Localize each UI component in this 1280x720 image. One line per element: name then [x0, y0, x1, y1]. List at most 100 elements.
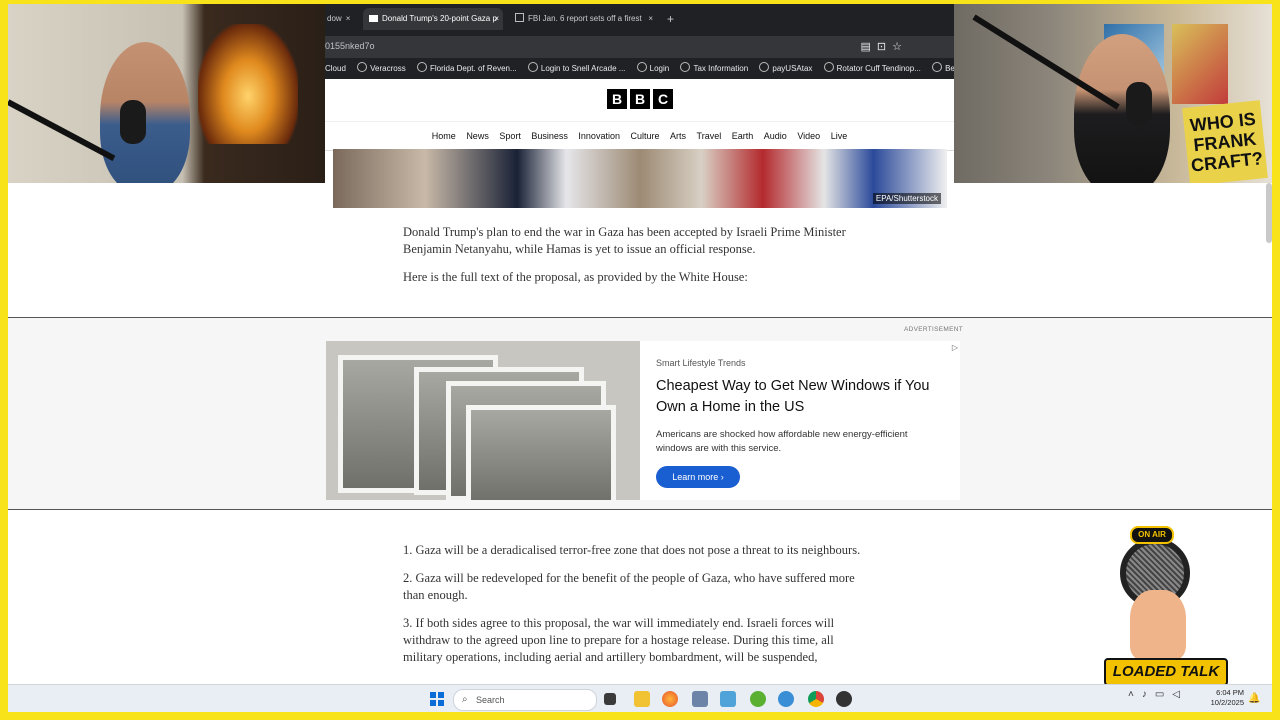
microphone-icon[interactable]: ♪ — [1142, 689, 1155, 700]
globe-icon — [636, 62, 647, 72]
windows-taskbar: ⌕ Search ˄♪▭◁ 6:04 PM 10/2/2025 🔔 — [8, 684, 1272, 712]
nav-video[interactable]: Video — [797, 131, 820, 141]
reader-mode-icon[interactable]: ▤ — [861, 41, 877, 53]
new-tab-button[interactable]: + — [661, 8, 680, 30]
fire-painting — [198, 24, 298, 144]
bookmark-item[interactable]: Tax Information — [680, 62, 748, 73]
nav-business[interactable]: Business — [531, 131, 568, 141]
tab-label: Donald Trump's 20-point Gaza p — [382, 14, 497, 23]
microphone-right — [1126, 82, 1152, 126]
bookmark-item[interactable]: Rotator Cuff Tendinop... — [823, 62, 921, 73]
ad-image-windows[interactable] — [326, 341, 640, 500]
main-nav: Home News Sport Business Innovation Cult… — [325, 121, 954, 151]
host-right — [1074, 34, 1170, 183]
ad-description: Americans are shocked how affordable new… — [656, 429, 908, 454]
learn-more-button[interactable]: Learn more › — [656, 466, 740, 488]
nav-sport[interactable]: Sport — [499, 131, 521, 141]
close-icon[interactable]: × — [648, 8, 653, 30]
tab-gaza-article[interactable]: Donald Trump's 20-point Gaza p × — [363, 8, 503, 30]
nav-culture[interactable]: Culture — [630, 131, 659, 141]
obs-icon[interactable] — [836, 691, 852, 707]
bookmark-item[interactable]: Login to Snell Arcade ... — [527, 62, 625, 73]
image-credit: EPA/Shutterstock — [872, 193, 941, 204]
site-icon — [680, 62, 691, 72]
tab-label: FBI Jan. 6 report sets off a firest — [528, 14, 642, 23]
file-explorer-icon[interactable] — [634, 691, 650, 707]
hero-image: EPA/Shutterstock — [333, 149, 947, 208]
globe-icon — [823, 62, 834, 72]
ad-title[interactable]: Cheapest Way to Get New Windows if You O… — [656, 376, 956, 418]
url-text[interactable]: 0155nked7o — [325, 41, 375, 51]
chrome-icon[interactable] — [808, 691, 824, 707]
nav-innovation[interactable]: Innovation — [578, 131, 620, 141]
microphone-left — [120, 100, 146, 144]
tab-partial[interactable]: dow × — [325, 8, 351, 30]
show-title: LOADED TALK — [1104, 658, 1228, 686]
nav-travel[interactable]: Travel — [697, 131, 722, 141]
frank-craft-sign: WHO IS FRANK CRAFT? — [1182, 100, 1268, 183]
bookmark-item[interactable]: payUSAtax — [759, 62, 812, 73]
chevron-up-icon[interactable]: ˄ — [1128, 689, 1142, 700]
nav-live[interactable]: Live — [831, 131, 848, 141]
bookmark-star-icon[interactable]: ☆ — [892, 41, 908, 53]
page-scrollbar[interactable] — [1266, 183, 1272, 243]
address-bar[interactable]: 0155nked7o ▤⊡☆ — [325, 36, 954, 58]
ad-info-icon[interactable]: ▷ — [952, 343, 958, 352]
address-bar-actions: ▤⊡☆ — [861, 40, 909, 53]
utorrent-icon[interactable] — [750, 691, 766, 707]
article-intro: Donald Trump's plan to end the war in Ga… — [403, 224, 873, 297]
bookmark-item[interactable]: Best Paleo S — [932, 62, 954, 73]
nav-earth[interactable]: Earth — [732, 131, 754, 141]
loaded-talk-logo: ON AIR LOADED TALK — [1102, 520, 1228, 686]
clock-date: 10/2/2025 — [1210, 698, 1244, 707]
proposal-point: 3. If both sides agree to this proposal,… — [403, 616, 835, 664]
ad-sponsor: Smart Lifestyle Trends — [656, 358, 746, 368]
browser-window: dow × Donald Trump's 20-point Gaza p × FBI… — [325, 4, 954, 79]
nav-arts[interactable]: Arts — [670, 131, 686, 141]
firefox-icon[interactable] — [662, 691, 678, 707]
bookmarks-bar: Cloud Veracross Florida Dept. of Reven..… — [325, 62, 954, 77]
close-icon[interactable]: × — [494, 8, 499, 30]
network-app-icon[interactable] — [778, 691, 794, 707]
logo-letter: B — [607, 89, 627, 109]
task-view-icon[interactable] — [604, 693, 616, 705]
tab-fbi-report[interactable]: FBI Jan. 6 report sets off a firest × — [509, 8, 657, 30]
bookmark-item[interactable]: Florida Dept. of Reven... — [416, 62, 517, 73]
nav-home[interactable]: Home — [432, 131, 456, 141]
network-icon[interactable]: ▭ — [1155, 689, 1172, 700]
nav-audio[interactable]: Audio — [764, 131, 787, 141]
globe-icon — [527, 62, 538, 72]
search-icon: ⌕ — [462, 694, 468, 705]
stream-frame: dow × Donald Trump's 20-point Gaza p × FBI… — [8, 4, 1272, 712]
tab-label: dow — [327, 14, 342, 23]
clock-time: 6:04 PM — [1216, 688, 1244, 697]
system-tray: ˄♪▭◁ — [1128, 689, 1188, 700]
bbc-favicon-icon — [369, 15, 378, 22]
webcam-left — [8, 4, 325, 183]
notepad-icon[interactable] — [720, 691, 736, 707]
bookmark-item[interactable]: Login — [636, 62, 669, 73]
bookmark-item[interactable]: Cloud — [325, 64, 346, 73]
close-icon[interactable]: × — [346, 14, 351, 23]
nav-news[interactable]: News — [466, 131, 489, 141]
calculator-icon[interactable] — [692, 691, 708, 707]
taskbar-search[interactable]: ⌕ Search — [453, 689, 597, 711]
ad-label: ADVERTISEMENT — [904, 326, 964, 333]
webcam-right: WHO IS FRANK CRAFT? — [954, 4, 1272, 183]
install-icon[interactable]: ⊡ — [877, 41, 892, 53]
ad-copy[interactable]: ▷ Smart Lifestyle Trends Cheapest Way to… — [640, 341, 960, 500]
article-paragraph: Donald Trump's plan to end the war in Ga… — [403, 225, 846, 256]
bbc-logo[interactable]: BBC — [607, 89, 676, 109]
windows-start-icon[interactable] — [430, 692, 444, 706]
tab-strip: dow × Donald Trump's 20-point Gaza p × FBI… — [325, 8, 954, 30]
logo-letter: B — [630, 89, 650, 109]
globe-icon — [759, 62, 770, 72]
button-label: Learn more — [672, 472, 719, 482]
notification-bell-icon[interactable]: 🔔 — [1248, 693, 1260, 704]
logo-letter: C — [653, 89, 673, 109]
taskbar-clock[interactable]: 6:04 PM 10/2/2025 — [1202, 688, 1244, 708]
window-pane — [466, 405, 616, 500]
proposal-point: 2. Gaza will be redeveloped for the bene… — [403, 571, 855, 602]
volume-icon[interactable]: ◁ — [1172, 689, 1188, 700]
bookmark-item[interactable]: Veracross — [357, 62, 406, 73]
